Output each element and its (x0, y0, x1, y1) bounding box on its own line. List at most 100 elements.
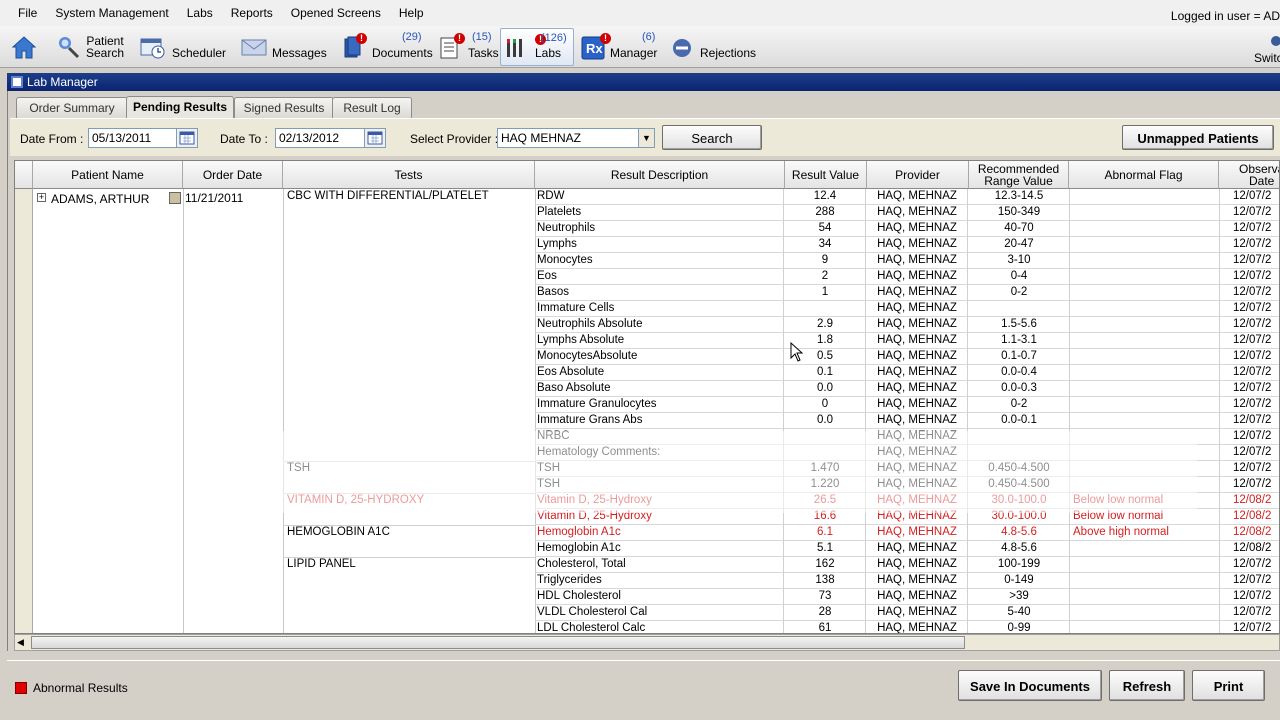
table-row[interactable]: Basos 1 HAQ, MEHNAZ 0-2 12/07/2 (535, 285, 1279, 301)
table-row[interactable]: TSH 1.220 HAQ, MEHNAZ 0.450-4.500 12/07/2 (535, 477, 1279, 493)
rejections-button[interactable]: Rejections (668, 28, 756, 66)
recommended-range-cell: 1.1-3.1 (1001, 334, 1037, 346)
refresh-button[interactable]: Refresh (1109, 670, 1185, 701)
print-button[interactable]: Print (1192, 670, 1265, 701)
recommended-range-cell: 0.0-0.4 (1001, 366, 1037, 378)
observation-date-cell: 12/07/2 (1233, 238, 1272, 250)
abnormal-flag-cell: Below low normal (1073, 510, 1164, 522)
patient-search-button[interactable]: Patient Search (54, 28, 124, 66)
recommended-range-cell: 0-4 (1010, 270, 1028, 282)
observation-date-cell: 12/07/2 (1233, 478, 1272, 490)
filter-bar: Date From : Date To : Select Provider : … (10, 118, 1280, 156)
table-row[interactable]: Lymphs Absolute 1.8 HAQ, MEHNAZ 1.1-3.1 12/0… (535, 333, 1279, 349)
manager-button[interactable]: Rx ! (6) Manager (580, 28, 657, 66)
tab-result-log[interactable]: Result Log (332, 97, 412, 118)
observation-date-cell: 12/08/2 (1233, 510, 1272, 522)
table-row[interactable]: NRBC HAQ, MEHNAZ 12/07/2 (535, 429, 1279, 445)
table-row[interactable]: Immature Cells HAQ, MEHNAZ 12/07/2 (535, 301, 1279, 317)
menu-opened-screens[interactable]: Opened Screens (282, 6, 390, 20)
expand-icon[interactable]: + (37, 193, 46, 202)
provider-select[interactable]: HAQ MEHNAZ ▼ (497, 128, 655, 148)
recommended-range-cell: 150-349 (997, 206, 1041, 218)
result-value-cell: 1.470 (810, 462, 840, 474)
table-row[interactable]: Platelets 288 HAQ, MEHNAZ 150-349 12/07/2 (535, 205, 1279, 221)
observation-date-cell: 12/07/2 (1233, 190, 1272, 202)
labs-count: (126) (541, 32, 567, 44)
documents-button[interactable]: ! (29) Documents (342, 28, 433, 66)
tab-signed-results[interactable]: Signed Results (234, 97, 334, 118)
table-row[interactable]: Vitamin D, 25-Hydroxy 26.5 HAQ, MEHNAZ 30.0… (535, 493, 1279, 509)
table-row[interactable]: Cholesterol, Total 162 HAQ, MEHNAZ 100-199 1… (535, 557, 1279, 573)
col-patient-name[interactable]: Patient Name (33, 161, 183, 189)
scheduler-button[interactable]: Scheduler (138, 28, 226, 66)
observation-date-cell: 12/07/2 (1233, 622, 1272, 634)
table-row[interactable]: Eos Absolute 0.1 HAQ, MEHNAZ 0.0-0.4 12/07/2 (535, 365, 1279, 381)
table-row[interactable]: Hemoglobin A1c 6.1 HAQ, MEHNAZ 4.8-5.6 Above… (535, 525, 1279, 541)
unmapped-patients-button[interactable]: Unmapped Patients (1122, 125, 1274, 150)
search-button[interactable]: Search (662, 125, 762, 150)
switch-button[interactable]: Switc (1252, 28, 1280, 66)
col-observation-date[interactable]: Observa Date (1219, 161, 1279, 189)
table-row[interactable]: TSH 1.470 HAQ, MEHNAZ 0.450-4.500 12/07/2 (535, 461, 1279, 477)
test-name[interactable]: TSH (285, 462, 310, 474)
table-row[interactable]: Baso Absolute 0.0 HAQ, MEHNAZ 0.0-0.3 12/07/… (535, 381, 1279, 397)
tab-pending-results[interactable]: Pending Results (126, 96, 234, 119)
col-provider[interactable]: Provider (867, 161, 969, 189)
date-from-input[interactable] (88, 128, 188, 148)
menu-file[interactable]: File (0, 6, 46, 20)
calendar-icon (367, 131, 383, 145)
col-result-description[interactable]: Result Description (535, 161, 785, 189)
test-name[interactable]: VITAMIN D, 25-HYDROXY (285, 494, 424, 506)
table-row[interactable]: Neutrophils 54 HAQ, MEHNAZ 40-70 12/07/2 (535, 221, 1279, 237)
col-tests[interactable]: Tests (283, 161, 535, 189)
horizontal-scrollbar[interactable]: ◀ (14, 634, 1280, 651)
menu-labs[interactable]: Labs (178, 6, 222, 20)
patient-note-icon[interactable] (169, 192, 181, 204)
date-to-calendar-button[interactable] (364, 128, 386, 148)
menu-system-management[interactable]: System Management (46, 6, 177, 20)
home-button[interactable] (10, 28, 38, 66)
labs-button[interactable]: ! (126) Labs (500, 28, 574, 66)
test-name[interactable]: CBC WITH DIFFERENTIAL/PLATELET (285, 190, 489, 202)
table-row[interactable]: MonocytesAbsolute 0.5 HAQ, MEHNAZ 0.1-0.7 12… (535, 349, 1279, 365)
col-result-value[interactable]: Result Value (785, 161, 867, 189)
test-name[interactable]: LIPID PANEL (285, 558, 356, 570)
observation-date-cell: 12/07/2 (1233, 254, 1272, 266)
table-row[interactable]: RDW 12.4 HAQ, MEHNAZ 12.3-14.5 12/07/2 (535, 189, 1279, 205)
messages-button[interactable]: Messages (240, 28, 327, 66)
tab-order-summary[interactable]: Order Summary (16, 97, 128, 118)
menu-help[interactable]: Help (390, 6, 433, 20)
col-recommended-range[interactable]: Recommended Range Value (969, 161, 1069, 189)
table-row[interactable]: Lymphs 34 HAQ, MEHNAZ 20-47 12/07/2 (535, 237, 1279, 253)
table-row[interactable]: Hemoglobin A1c 5.1 HAQ, MEHNAZ 4.8-5.6 12/08… (535, 541, 1279, 557)
save-in-documents-button[interactable]: Save In Documents (958, 670, 1102, 701)
date-from-calendar-button[interactable] (176, 128, 198, 148)
table-row[interactable]: LDL Cholesterol Calc 61 HAQ, MEHNAZ 0-99 12/… (535, 621, 1279, 634)
table-row[interactable]: HDL Cholesterol 73 HAQ, MEHNAZ >39 12/07/2 (535, 589, 1279, 605)
chevron-down-icon[interactable]: ▼ (638, 129, 654, 147)
col-order-date[interactable]: Order Date (183, 161, 283, 189)
col-abnormal-flag[interactable]: Abnormal Flag (1069, 161, 1219, 189)
scroll-left-icon[interactable]: ◀ (17, 637, 24, 648)
recommended-range-cell: 0.1-0.7 (1001, 350, 1037, 362)
date-to-input[interactable] (275, 128, 371, 148)
table-row[interactable]: VLDL Cholesterol Cal 28 HAQ, MEHNAZ 5-40 12/… (535, 605, 1279, 621)
table-row[interactable]: Triglycerides 138 HAQ, MEHNAZ 0-149 12/07/2 (535, 573, 1279, 589)
tasks-button[interactable]: ! (15) Tasks (438, 28, 499, 66)
menu-reports[interactable]: Reports (222, 6, 282, 20)
table-row[interactable]: Hematology Comments: HAQ, MEHNAZ 12/07/2 (535, 445, 1279, 461)
table-row[interactable]: Neutrophils Absolute 2.9 HAQ, MEHNAZ 1.5-5.… (535, 317, 1279, 333)
recommended-range-cell: 0.0-0.1 (1001, 414, 1037, 426)
menu-bar: File System Management Labs Reports Open… (0, 0, 1280, 26)
result-description-cell: Immature Granulocytes (537, 398, 657, 410)
table-row[interactable]: Eos 2 HAQ, MEHNAZ 0-4 12/07/2 (535, 269, 1279, 285)
observation-date-cell: 12/07/2 (1233, 462, 1272, 474)
result-value-cell: 28 (818, 606, 832, 618)
horizontal-scroll-thumb[interactable] (31, 636, 965, 649)
table-row[interactable]: Monocytes 9 HAQ, MEHNAZ 3-10 12/07/2 (535, 253, 1279, 269)
table-row[interactable]: Immature Granulocytes 0 HAQ, MEHNAZ 0-2 12/0… (535, 397, 1279, 413)
test-name[interactable]: HEMOGLOBIN A1C (285, 526, 390, 538)
table-row[interactable]: Immature Grans Abs 0.0 HAQ, MEHNAZ 0.0-0.1 1… (535, 413, 1279, 429)
table-row[interactable]: Vitamin D, 25-Hydroxy 16.6 HAQ, MEHNAZ 30.0… (535, 509, 1279, 525)
patient-name[interactable]: ADAMS, ARTHUR (51, 192, 149, 206)
